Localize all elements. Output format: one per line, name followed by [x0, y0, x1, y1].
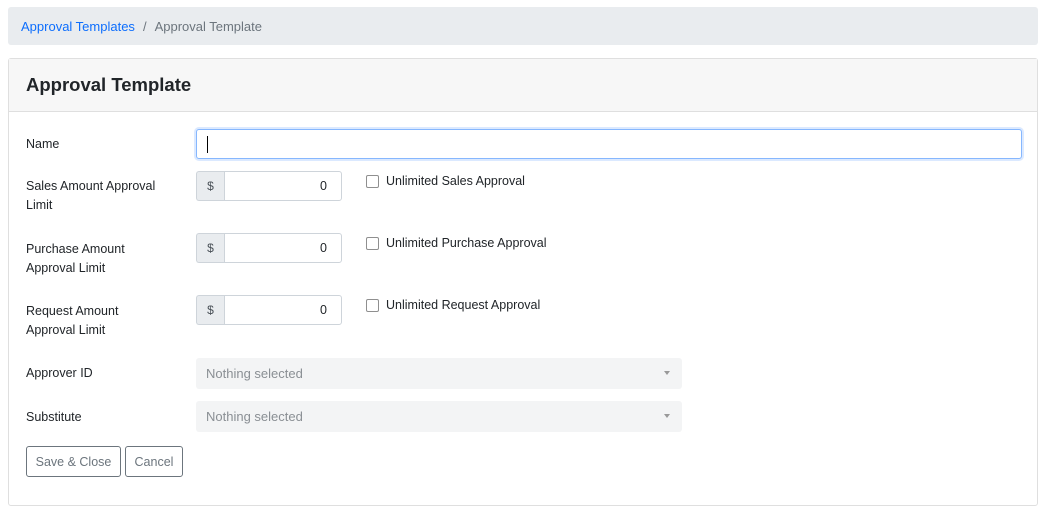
sales-limit-input-group: $ 0 — [196, 171, 342, 201]
request-limit-label-line1: Request Amount — [26, 304, 119, 318]
request-limit-input-group: $ 0 — [196, 295, 342, 325]
currency-addon: $ — [196, 295, 224, 325]
unlimited-request-label[interactable]: Unlimited Request Approval — [386, 298, 540, 312]
checkbox-box[interactable] — [366, 236, 379, 250]
unlimited-sales-checkbox[interactable]: Unlimited Sales Approval — [366, 174, 525, 188]
name-input[interactable] — [196, 129, 1022, 159]
approver-id-label: Approver ID — [26, 366, 93, 380]
page-title: Approval Template — [26, 74, 192, 95]
name-label: Name — [26, 137, 60, 151]
request-limit-label-line2: Approval Limit — [26, 323, 106, 337]
currency-addon: $ — [196, 171, 224, 201]
substitute-select[interactable]: Nothing selected — [196, 401, 682, 432]
purchase-limit-input[interactable]: 0 — [224, 233, 342, 263]
substitute-placeholder: Nothing selected — [206, 409, 303, 424]
breadcrumb-separator: / — [142, 18, 147, 34]
save-close-button[interactable]: Save & Close — [26, 446, 121, 477]
checkbox-box[interactable] — [366, 174, 379, 188]
unlimited-purchase-label[interactable]: Unlimited Purchase Approval — [386, 236, 547, 250]
sales-limit-label-line2: Limit — [26, 198, 53, 212]
approver-id-placeholder: Nothing selected — [206, 366, 303, 381]
unlimited-request-checkbox[interactable]: Unlimited Request Approval — [366, 298, 540, 312]
purchase-limit-label: Purchase Amount Approval Limit — [26, 240, 176, 278]
cancel-button[interactable]: Cancel — [125, 446, 183, 477]
caret-down-icon — [664, 414, 670, 418]
breadcrumb: Approval Templates / Approval Template — [8, 7, 1038, 45]
caret-down-icon — [664, 371, 670, 375]
text-caret — [207, 136, 208, 153]
breadcrumb-current: Approval Template — [154, 18, 262, 34]
currency-addon: $ — [196, 233, 224, 263]
sales-limit-label-line1: Sales Amount Approval — [26, 179, 156, 193]
request-limit-input[interactable]: 0 — [224, 295, 342, 325]
card-header: Approval Template — [9, 59, 1037, 112]
substitute-label: Substitute — [26, 410, 82, 424]
request-limit-label: Request Amount Approval Limit — [26, 302, 176, 340]
checkbox-box[interactable] — [366, 298, 379, 312]
approver-id-select[interactable]: Nothing selected — [196, 358, 682, 389]
purchase-limit-label-line2: Approval Limit — [26, 261, 106, 275]
unlimited-sales-label[interactable]: Unlimited Sales Approval — [386, 174, 525, 188]
purchase-limit-label-line1: Purchase Amount — [26, 242, 125, 256]
approval-template-card: Approval Template Name Sales Amount Appr… — [8, 58, 1038, 506]
purchase-limit-input-group: $ 0 — [196, 233, 342, 263]
unlimited-purchase-checkbox[interactable]: Unlimited Purchase Approval — [366, 236, 547, 250]
sales-limit-input[interactable]: 0 — [224, 171, 342, 201]
breadcrumb-link-approval-templates[interactable]: Approval Templates — [21, 19, 135, 34]
sales-limit-label: Sales Amount Approval Limit — [26, 177, 176, 215]
